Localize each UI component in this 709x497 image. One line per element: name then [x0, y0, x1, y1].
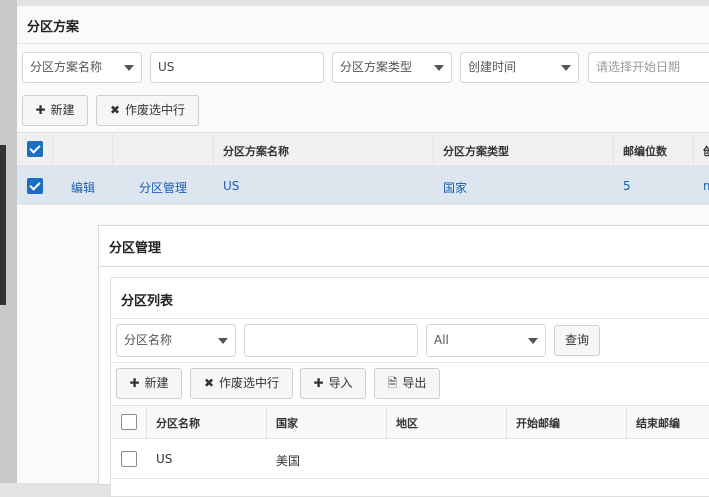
- create-time-select-label: 创建时间: [468, 60, 517, 74]
- row-checkbox[interactable]: [121, 451, 137, 467]
- edit-link[interactable]: 编辑: [71, 179, 95, 196]
- new-zone-button[interactable]: ✚ 新建: [116, 368, 182, 399]
- sidebar-dark-strip: [0, 145, 6, 305]
- void-zone-button-label: 作废选中行: [219, 376, 280, 390]
- zone-field-select-label: 分区名称: [124, 333, 173, 347]
- select-all-checkbox[interactable]: [27, 141, 43, 157]
- zone-manage-link[interactable]: 分区管理: [139, 179, 187, 196]
- table-row[interactable]: [111, 439, 709, 479]
- col-header-zone-name: 分区名称: [156, 417, 200, 430]
- void-selected-button[interactable]: ✖ 作废选中行: [96, 95, 199, 126]
- col-sep: [52, 133, 53, 167]
- col-header-start-zip: 开始邮编: [516, 417, 560, 430]
- zone-field-select[interactable]: 分区名称: [116, 324, 236, 357]
- col-header-scheme-name: 分区方案名称: [223, 145, 289, 158]
- chevron-down-icon: [218, 338, 228, 344]
- col-header-country: 国家: [276, 417, 298, 430]
- col-header-end-zip: 结束邮编: [636, 417, 680, 430]
- col-sep: [693, 133, 694, 167]
- scheme-name-select-label: 分区方案名称: [30, 60, 103, 74]
- zone-search-input[interactable]: [244, 324, 418, 357]
- close-icon: ✖: [203, 376, 215, 390]
- export-button-label: 导出: [402, 376, 427, 390]
- import-button-label: 导入: [328, 376, 353, 390]
- chevron-down-icon: [561, 65, 571, 71]
- import-button[interactable]: ✚ 导入: [300, 368, 366, 399]
- plus-icon: ✚: [129, 376, 140, 390]
- close-icon: ✖: [109, 103, 121, 117]
- chevron-down-icon: [528, 338, 538, 344]
- col-header-created: 创: [703, 145, 709, 158]
- col-sep: [112, 133, 113, 167]
- scheme-type-select-label: 分区方案类型: [340, 60, 413, 74]
- new-scheme-button-label: 新建: [50, 103, 75, 117]
- zone-list-panel: 分区列表 分区名称 All 查询 ✚ 新建 ✖ 作废选中行 ✚ 导入 🗎 导出: [110, 277, 709, 497]
- scheme-name-input[interactable]: US: [150, 52, 324, 83]
- col-sep: [146, 406, 147, 440]
- divider: [111, 362, 709, 363]
- zone-manage-dialog: 分区管理 分区列表 分区名称 All 查询 ✚ 新建 ✖ 作废选中行 ✚ 导入 🗎 导出: [98, 225, 709, 497]
- cell-scheme-type: 国家: [443, 181, 468, 195]
- scheme-type-select[interactable]: 分区方案类型: [332, 52, 452, 83]
- col-sep: [433, 133, 434, 167]
- table-row[interactable]: [17, 166, 709, 205]
- divider: [111, 318, 709, 319]
- zone-scope-select-label: All: [434, 333, 449, 347]
- start-date-input[interactable]: 请选择开始日期: [588, 52, 709, 83]
- void-zone-button[interactable]: ✖ 作废选中行: [190, 368, 293, 399]
- col-sep: [213, 133, 214, 167]
- cell-scheme-name: US: [223, 179, 240, 193]
- void-selected-button-label: 作废选中行: [125, 103, 186, 117]
- col-sep: [266, 406, 267, 440]
- plus-icon: ✚: [313, 376, 324, 390]
- scheme-name-select[interactable]: 分区方案名称: [22, 52, 142, 83]
- row-checkbox[interactable]: [27, 178, 43, 194]
- zone-select-all-checkbox[interactable]: [121, 414, 137, 430]
- dialog-title: 分区管理: [109, 241, 162, 256]
- divider: [17, 43, 709, 44]
- col-header-scheme-type: 分区方案类型: [443, 145, 509, 158]
- col-sep: [386, 406, 387, 440]
- new-zone-button-label: 新建: [144, 376, 169, 390]
- chevron-down-icon: [124, 65, 134, 71]
- create-time-select[interactable]: 创建时间: [460, 52, 579, 83]
- new-scheme-button[interactable]: ✚ 新建: [22, 95, 88, 126]
- col-sep: [626, 406, 627, 440]
- page-title: 分区方案: [27, 20, 80, 35]
- query-button[interactable]: 查询: [554, 325, 600, 356]
- cell-created: m: [703, 179, 709, 193]
- col-sep: [506, 406, 507, 440]
- plus-icon: ✚: [35, 103, 46, 117]
- sidebar: [0, 0, 17, 483]
- cell-zip-digits: 5: [623, 179, 631, 193]
- chevron-down-icon: [434, 65, 444, 71]
- cell-country: 美国: [276, 454, 301, 468]
- cell-zone-name: US: [156, 452, 173, 466]
- col-header-region: 地区: [396, 417, 418, 430]
- zone-list-title: 分区列表: [121, 294, 174, 309]
- col-header-zip-digits: 邮编位数: [623, 145, 667, 158]
- dialog-divider: [99, 266, 709, 267]
- export-file-icon: 🗎: [387, 376, 398, 390]
- col-sep: [613, 133, 614, 167]
- zone-scope-select[interactable]: All: [426, 324, 546, 357]
- table-header: [17, 132, 709, 167]
- export-button[interactable]: 🗎 导出: [374, 368, 440, 399]
